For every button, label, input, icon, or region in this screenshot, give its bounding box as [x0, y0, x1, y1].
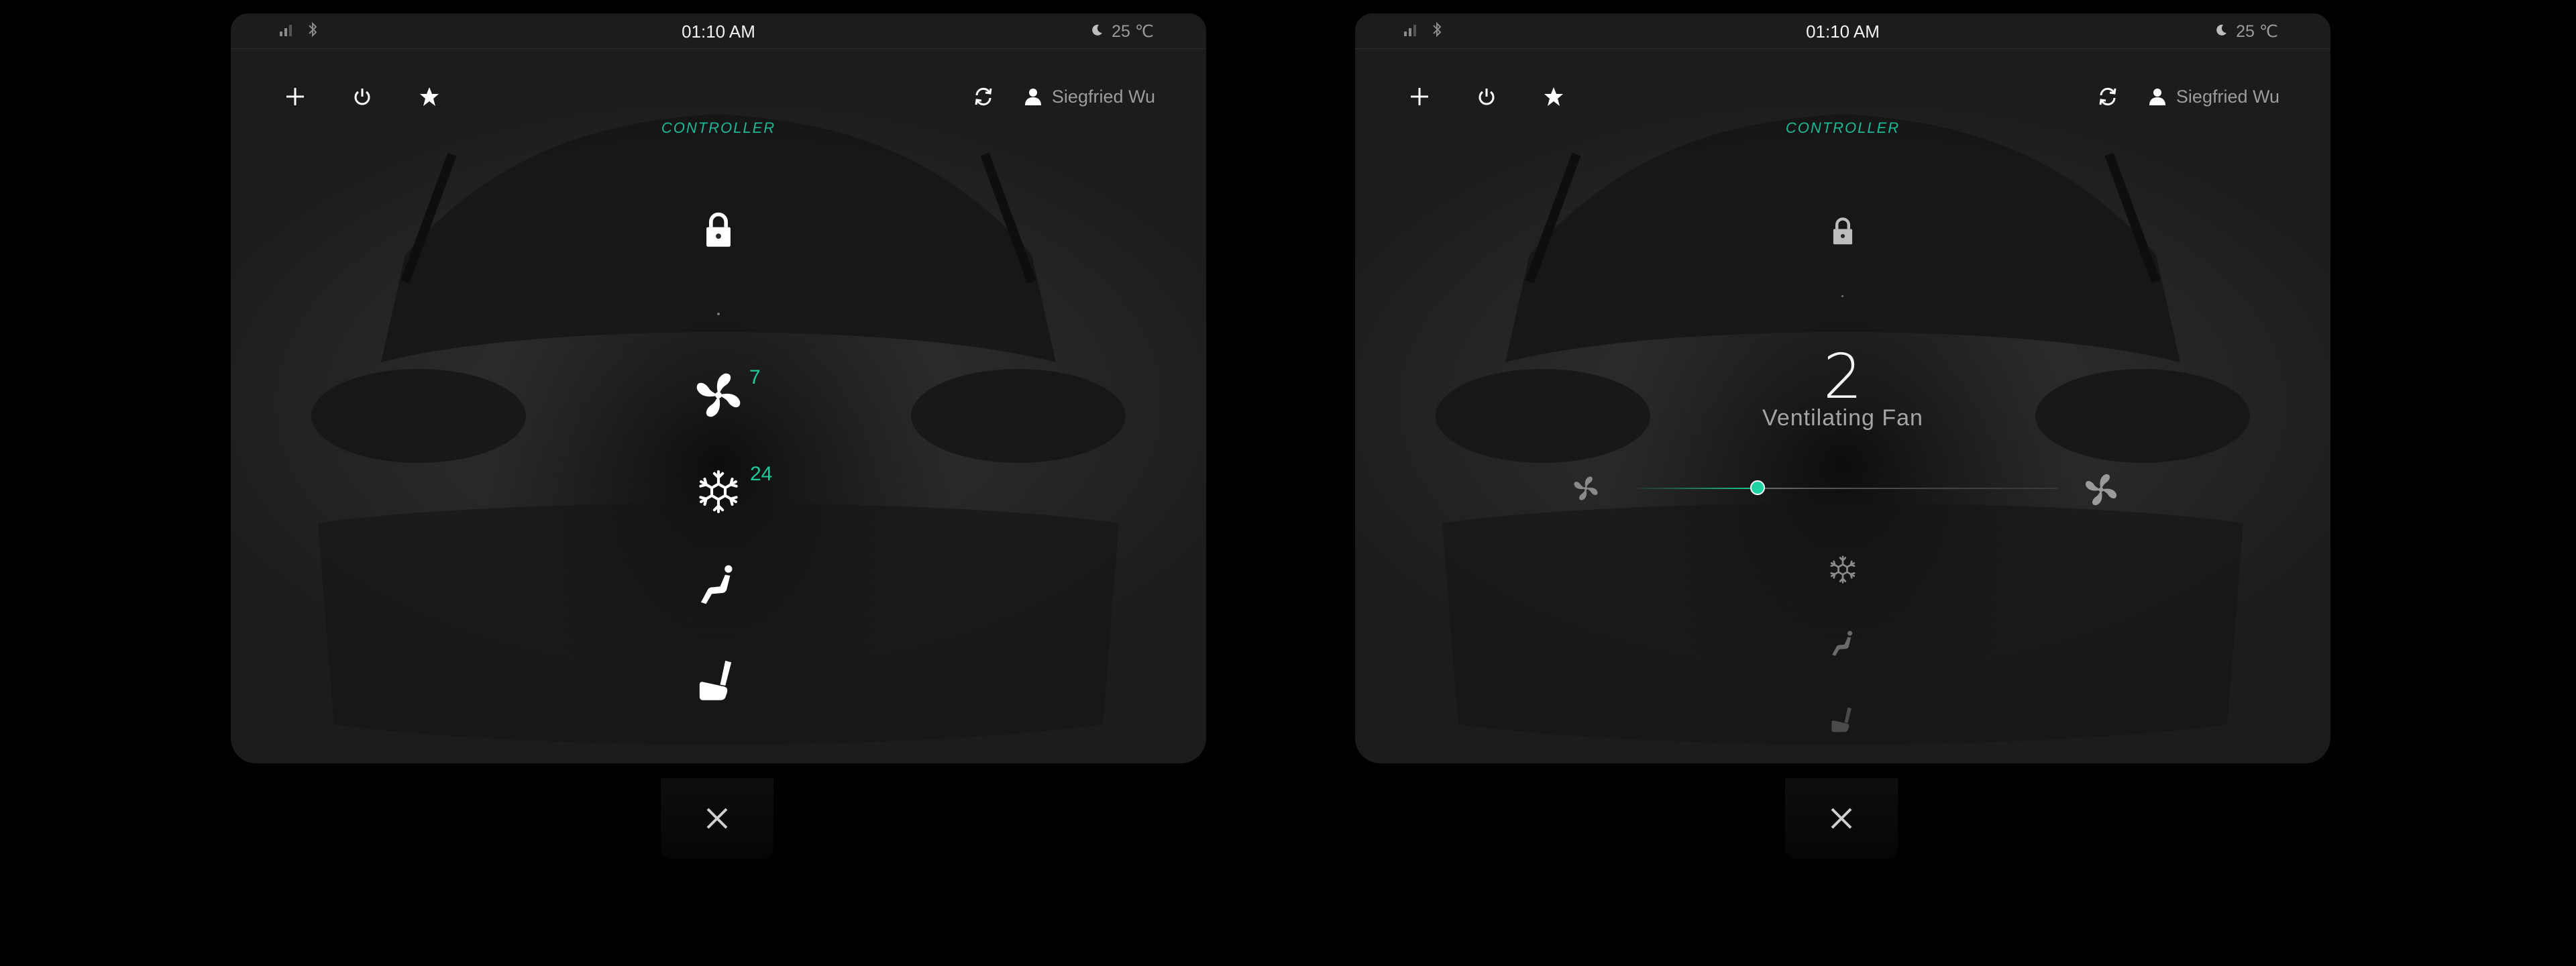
user-name: Siegfried Wu — [2176, 86, 2279, 107]
snowflake-icon — [1828, 555, 1858, 584]
temperature-readout: 25 ℃ — [2236, 22, 2278, 41]
ac-button[interactable] — [694, 467, 743, 517]
fan-decrease-button[interactable] — [1572, 475, 1599, 502]
plus-icon — [1411, 88, 1428, 105]
fan-increase-button[interactable] — [2084, 472, 2118, 507]
seat-icon — [1830, 706, 1857, 733]
close-button[interactable] — [1785, 778, 1898, 859]
fan-button[interactable] — [694, 370, 743, 420]
moon-icon — [1090, 22, 1104, 42]
status-bar: 01:10 AM 25 ℃ — [1355, 13, 2330, 49]
controller-label: CONTROLLER — [661, 119, 776, 136]
user-profile[interactable]: Siegfried Wu — [1024, 87, 1155, 107]
clock-time: 01:10 AM — [682, 21, 755, 42]
divider-dot — [1841, 295, 1843, 297]
lock-button[interactable] — [698, 209, 739, 250]
power-icon — [1479, 89, 1495, 105]
power-button[interactable] — [349, 83, 376, 110]
seat-icon — [697, 658, 740, 701]
fan-small-icon — [1573, 476, 1599, 501]
controller-label: CONTROLLER — [1785, 119, 1900, 136]
ac-button[interactable] — [1827, 554, 1858, 585]
star-icon — [1544, 87, 1563, 106]
plus-icon — [286, 88, 304, 105]
favorite-button[interactable] — [416, 83, 443, 110]
refresh-button[interactable] — [970, 83, 997, 110]
add-button[interactable] — [1406, 83, 1433, 110]
refresh-icon — [975, 87, 992, 106]
user-icon — [2149, 89, 2165, 105]
star-icon — [420, 87, 439, 106]
user-profile[interactable]: Siegfried Wu — [2148, 87, 2279, 107]
seat-recline-icon — [1830, 631, 1857, 657]
seat-recline-icon — [698, 565, 739, 606]
seat-recline-button[interactable] — [1829, 629, 1858, 659]
clock-time: 01:10 AM — [1806, 21, 1880, 42]
seat-recline-button[interactable] — [695, 562, 742, 609]
slider-track — [1629, 488, 2058, 489]
lock-icon — [700, 211, 737, 248]
lock-icon — [1828, 216, 1858, 246]
slider-thumb[interactable] — [1750, 480, 1765, 495]
divider-dot — [717, 313, 720, 315]
lock-button[interactable] — [1827, 215, 1859, 247]
refresh-icon — [2099, 87, 2116, 106]
fan-level-value: 2 — [1823, 341, 1863, 413]
seat-button[interactable] — [1829, 704, 1858, 734]
power-button[interactable] — [1473, 83, 1500, 110]
close-button[interactable] — [661, 778, 773, 859]
close-icon — [1831, 808, 1852, 829]
fan-speed-slider[interactable] — [1629, 475, 2058, 502]
power-icon — [354, 89, 370, 105]
moon-icon — [2214, 22, 2228, 42]
seat-button[interactable] — [694, 655, 743, 704]
user-icon — [1024, 89, 1041, 105]
temperature-readout: 25 ℃ — [1112, 22, 1154, 41]
fan-large-icon — [2084, 473, 2118, 506]
user-name: Siegfried Wu — [1051, 86, 1155, 107]
status-bar: 01:10 AM 25 ℃ — [231, 13, 1206, 49]
fan-icon — [695, 372, 742, 419]
controller-screen-fan-adjust: 01:10 AM 25 ℃ Siegfried Wu CONTROLLER 2 … — [1355, 13, 2330, 763]
snowflake-icon — [696, 469, 741, 515]
ac-temperature-value: 24 — [750, 463, 773, 485]
fan-value: 7 — [749, 366, 761, 388]
refresh-button[interactable] — [2094, 83, 2121, 110]
favorite-button[interactable] — [1540, 83, 1567, 110]
close-icon — [706, 808, 728, 829]
add-button[interactable] — [282, 83, 309, 110]
controller-screen-overview: 01:10 AM 25 ℃ Siegfried Wu CONTROLLER 7 … — [231, 13, 1206, 763]
fan-level-label: Ventilating Fan — [1762, 405, 1923, 431]
